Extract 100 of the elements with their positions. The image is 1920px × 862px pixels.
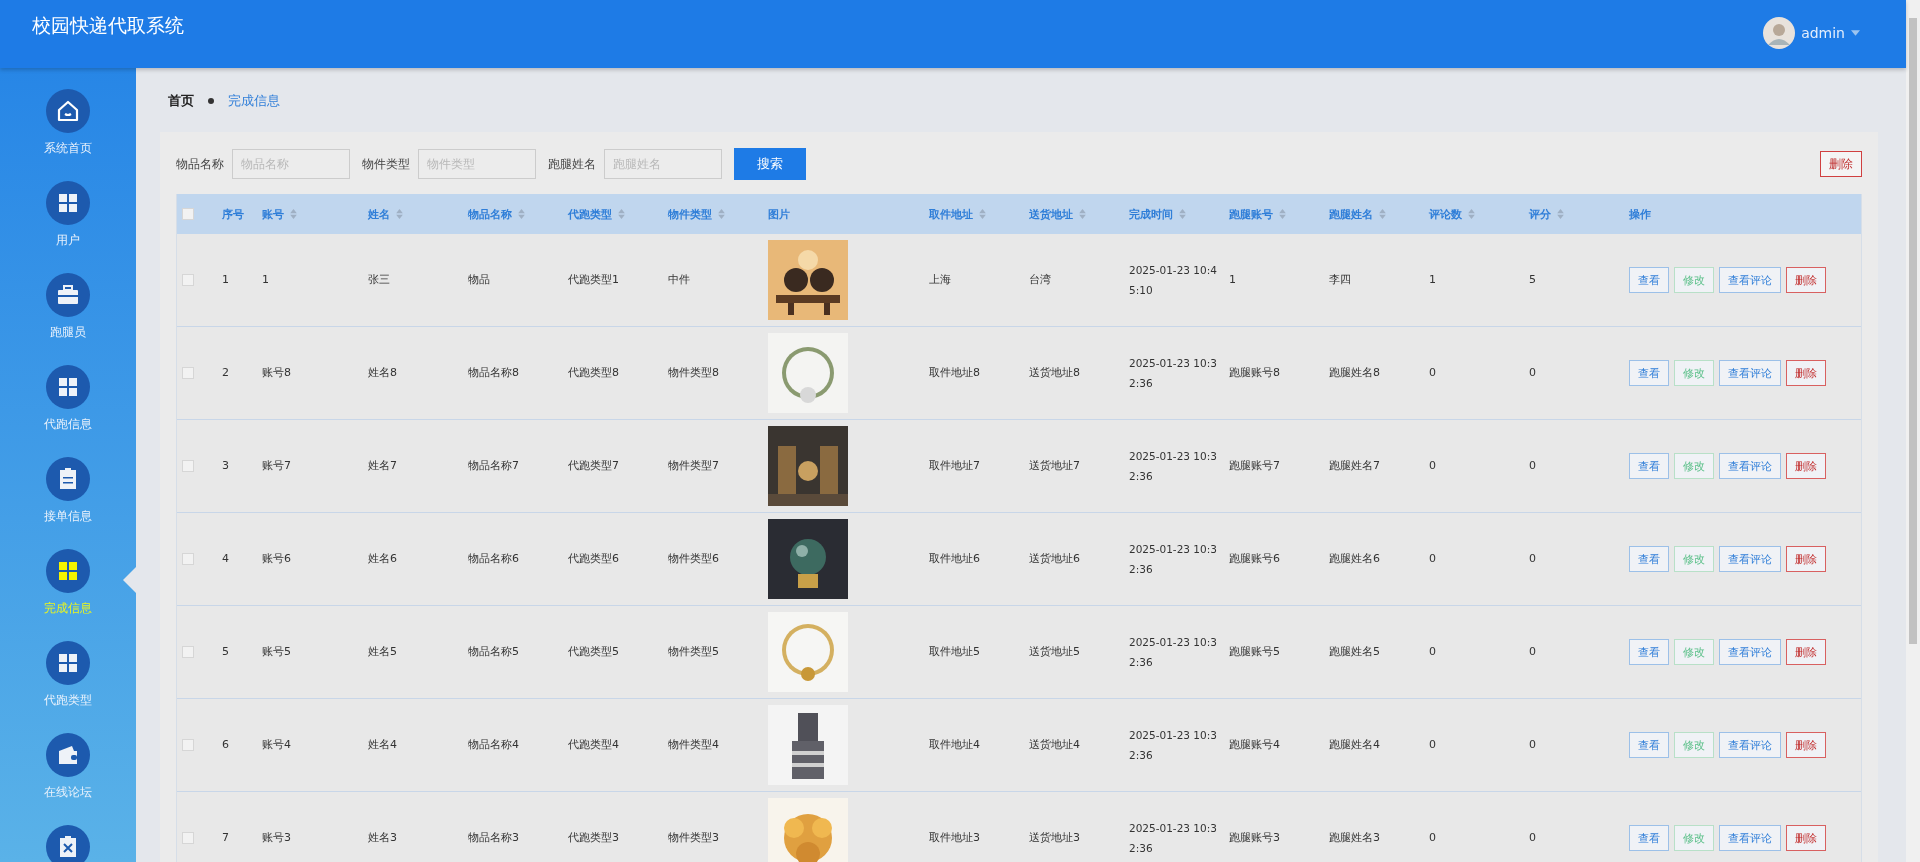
- table-cell-text: 张三: [368, 272, 390, 288]
- view-button[interactable]: 查看评论: [1719, 732, 1781, 758]
- breadcrumb-link[interactable]: 完成信息: [228, 92, 280, 110]
- view-button[interactable]: 查看: [1629, 825, 1669, 851]
- table-cell-text: 跑腿账号6: [1229, 551, 1280, 567]
- table-cell-text: 代跑类型5: [568, 644, 619, 660]
- checkbox[interactable]: [182, 553, 194, 565]
- column-header[interactable]: 评论数: [1429, 206, 1462, 222]
- checkbox[interactable]: [182, 274, 194, 286]
- column-header[interactable]: 代跑类型: [568, 206, 612, 222]
- delete-button[interactable]: 删除: [1786, 732, 1826, 758]
- table-cell-text: 李四: [1329, 272, 1351, 288]
- column-header[interactable]: 物品名称: [468, 206, 512, 222]
- sidebar-item[interactable]: 接单信息: [0, 457, 136, 535]
- clipboard-icon: [46, 457, 90, 501]
- checkbox[interactable]: [182, 832, 194, 844]
- delete-button[interactable]: 删除: [1786, 546, 1826, 572]
- view-button[interactable]: 查看评论: [1719, 546, 1781, 572]
- checkbox[interactable]: [182, 367, 194, 379]
- table-cell-text: 姓名5: [368, 644, 397, 660]
- view-button[interactable]: 查看: [1629, 267, 1669, 293]
- sort-icon[interactable]: [979, 209, 986, 219]
- sort-icon[interactable]: [1468, 209, 1475, 219]
- sort-icon[interactable]: [396, 209, 403, 219]
- delete-button[interactable]: 删除: [1786, 825, 1826, 851]
- view-button[interactable]: 查看评论: [1719, 453, 1781, 479]
- sort-icon[interactable]: [518, 209, 525, 219]
- sidebar-item[interactable]: 代跑信息: [0, 365, 136, 443]
- edit-button[interactable]: 修改: [1674, 453, 1714, 479]
- edit-button[interactable]: 修改: [1674, 732, 1714, 758]
- sort-icon[interactable]: [718, 209, 725, 219]
- sidebar-item[interactable]: 系统首页: [0, 89, 136, 167]
- checkbox[interactable]: [182, 646, 194, 658]
- sort-icon[interactable]: [1379, 209, 1386, 219]
- search-button[interactable]: 搜索: [734, 148, 806, 180]
- table-cell-text: 跑腿姓名3: [1329, 830, 1380, 846]
- column-header[interactable]: 完成时间: [1129, 206, 1173, 222]
- caret-icon[interactable]: [1851, 30, 1860, 36]
- sort-icon[interactable]: [1179, 209, 1186, 219]
- table-cell-text: 取件地址6: [929, 551, 980, 567]
- sort-icon[interactable]: [1079, 209, 1086, 219]
- user-name[interactable]: admin: [1801, 25, 1845, 41]
- edit-button[interactable]: 修改: [1674, 546, 1714, 572]
- edit-button[interactable]: 修改: [1674, 825, 1714, 851]
- view-button[interactable]: 查看评论: [1719, 267, 1781, 293]
- delete-button[interactable]: 删除: [1820, 151, 1862, 177]
- table-cell-text: 代跑类型1: [568, 272, 619, 288]
- sort-icon[interactable]: [618, 209, 625, 219]
- view-button[interactable]: 查看: [1629, 360, 1669, 386]
- checkbox[interactable]: [182, 739, 194, 751]
- table-cell-text: 1: [1229, 272, 1236, 288]
- view-button[interactable]: 查看: [1629, 639, 1669, 665]
- table-cell-text: 取件地址8: [929, 365, 980, 381]
- column-header[interactable]: 姓名: [368, 206, 390, 222]
- column-header[interactable]: 跑腿姓名: [1329, 206, 1373, 222]
- edit-button[interactable]: 修改: [1674, 360, 1714, 386]
- column-header[interactable]: 取件地址: [929, 206, 973, 222]
- cancel-icon: [46, 825, 90, 862]
- grid-icon: [46, 641, 90, 685]
- sort-icon[interactable]: [1279, 209, 1286, 219]
- scrollbar-thumb[interactable]: [1909, 18, 1917, 644]
- edit-button[interactable]: 修改: [1674, 267, 1714, 293]
- view-button[interactable]: 查看: [1629, 732, 1669, 758]
- checkbox[interactable]: [182, 208, 194, 220]
- table-cell-text: 0: [1429, 644, 1436, 660]
- column-header[interactable]: 跑腿账号: [1229, 206, 1273, 222]
- sidebar-item[interactable]: 跑腿员: [0, 273, 136, 351]
- table-cell-text: 2: [222, 365, 229, 381]
- view-button[interactable]: 查看: [1629, 546, 1669, 572]
- table-cell-text: 取件地址3: [929, 830, 980, 846]
- avatar-icon[interactable]: [1763, 17, 1796, 49]
- table-cell-text: 姓名4: [368, 737, 397, 753]
- breadcrumb-link[interactable]: 首页: [168, 92, 194, 110]
- edit-button[interactable]: 修改: [1674, 639, 1714, 665]
- column-header[interactable]: 账号: [262, 206, 284, 222]
- column-header[interactable]: 送货地址: [1029, 206, 1073, 222]
- table-cell-text: 物品名称5: [468, 644, 519, 660]
- sidebar-item[interactable]: 代跑类型: [0, 641, 136, 719]
- view-button[interactable]: 查看评论: [1719, 639, 1781, 665]
- column-header[interactable]: 评分: [1529, 206, 1551, 222]
- view-button[interactable]: 查看评论: [1719, 360, 1781, 386]
- sort-icon[interactable]: [1557, 209, 1564, 219]
- delete-button[interactable]: 删除: [1786, 360, 1826, 386]
- table-cell-text: 跑腿姓名4: [1329, 737, 1380, 753]
- delete-button[interactable]: 删除: [1786, 639, 1826, 665]
- column-header[interactable]: 操作: [1629, 206, 1651, 222]
- sidebar-item[interactable]: 用户: [0, 181, 136, 259]
- delete-button[interactable]: 删除: [1786, 453, 1826, 479]
- checkbox[interactable]: [182, 460, 194, 472]
- delete-button[interactable]: 删除: [1786, 267, 1826, 293]
- column-header[interactable]: 物件类型: [668, 206, 712, 222]
- column-header[interactable]: 序号: [222, 206, 244, 222]
- table-cell-text: 送货地址7: [1029, 458, 1080, 474]
- sidebar-item[interactable]: 在线论坛: [0, 733, 136, 811]
- grid-icon: [46, 181, 90, 225]
- scrollbar[interactable]: [1906, 0, 1920, 862]
- sort-icon[interactable]: [290, 209, 297, 219]
- view-button[interactable]: 查看评论: [1719, 825, 1781, 851]
- view-button[interactable]: 查看: [1629, 453, 1669, 479]
- column-header[interactable]: 图片: [768, 206, 790, 222]
